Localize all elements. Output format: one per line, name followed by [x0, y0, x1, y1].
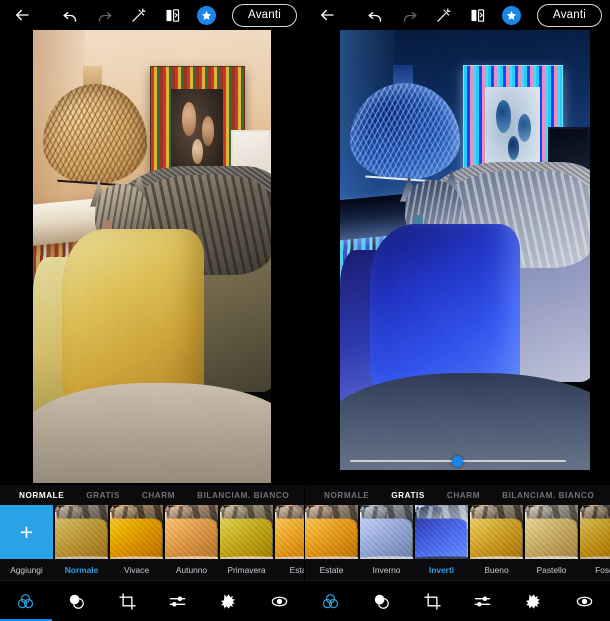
filter-label: Inverti: [428, 564, 455, 575]
back-button[interactable]: [0, 6, 44, 24]
filter-thumbnail-strip-right[interactable]: Estate Inverno Inverti Bueno Pastello Fo…: [305, 505, 610, 580]
filter-tab-gratis[interactable]: GRATIS: [75, 491, 131, 500]
filter-preview-thumbnail[interactable]: [415, 505, 468, 559]
next-button[interactable]: Avanti: [232, 3, 297, 27]
filter-label: Inverno: [372, 564, 401, 575]
bottom-nav-left: [0, 580, 305, 621]
nav-eye-icon[interactable]: [568, 587, 602, 615]
filter-item[interactable]: Estate: [305, 505, 358, 580]
back-button[interactable]: [305, 6, 349, 24]
filter-category-tabs-left: NORMALE GRATIS CHARM BILANCIAM. BIANCO B…: [0, 485, 305, 505]
bottom-nav-right: [305, 580, 610, 621]
magic-wand-icon[interactable]: [434, 6, 452, 24]
redo-icon[interactable]: [95, 6, 113, 24]
filter-label: Aggiungi: [10, 564, 43, 575]
undo-icon[interactable]: [61, 6, 79, 24]
filter-preview-thumbnail[interactable]: [305, 505, 358, 559]
nav-sliders-icon[interactable]: [466, 587, 500, 615]
filter-preview-thumbnail[interactable]: [165, 505, 218, 559]
filter-preview-thumbnail[interactable]: [360, 505, 413, 559]
filter-label: Bueno: [484, 564, 509, 575]
filter-tab-charm[interactable]: CHARM: [131, 491, 186, 500]
top-toolbar-right: Avanti: [305, 0, 610, 30]
filter-preview-thumbnail[interactable]: [110, 505, 163, 559]
nav-eye-icon[interactable]: [263, 587, 297, 615]
nav-crop-icon[interactable]: [110, 587, 144, 615]
nav-filters-icon[interactable]: [313, 587, 347, 615]
filter-item[interactable]: Inverno: [360, 505, 413, 580]
filter-label: Fosch: [595, 564, 610, 575]
filter-preview-thumbnail[interactable]: [470, 505, 523, 559]
filter-item[interactable]: Pastello: [525, 505, 578, 580]
filter-tab-normale[interactable]: NORMALE: [313, 491, 380, 500]
top-toolbar-left: Avanti: [0, 0, 305, 30]
filter-item[interactable]: Primavera: [220, 505, 273, 580]
favorite-star-button[interactable]: [197, 5, 217, 25]
filter-label: Estate: [289, 564, 305, 575]
right-screen: Avanti NORMALE GRATIS CHARM BILANCIAM. B…: [305, 0, 610, 621]
photo-stage-left: [0, 30, 305, 485]
toolbar-icon-group: [61, 5, 217, 25]
filter-label: Primavera: [227, 564, 266, 575]
photo-stage-right: [305, 30, 610, 485]
filter-preview-thumbnail[interactable]: [525, 505, 578, 559]
compare-split-icon[interactable]: [163, 6, 181, 24]
next-button[interactable]: Avanti: [537, 3, 602, 27]
filter-tab-bilanciamento-bianco[interactable]: BILANCIAM. BIANCO: [186, 491, 300, 500]
filter-label: Normale: [64, 564, 99, 575]
slider-thumb[interactable]: [452, 455, 463, 467]
filter-category-tabs-right: NORMALE GRATIS CHARM BILANCIAM. BIANCO B…: [305, 485, 610, 505]
filter-item[interactable]: Autunno: [165, 505, 218, 580]
nav-heal-icon[interactable]: [517, 587, 551, 615]
filter-tab-charm[interactable]: CHARM: [436, 491, 491, 500]
dual-screenshot-app: Avanti NORMALE GRATIS CHARM BILANCIAM. B…: [0, 0, 610, 621]
filter-item[interactable]: Bueno: [470, 505, 523, 580]
filter-tab-gratis[interactable]: GRATIS: [380, 491, 436, 500]
edited-photo-original[interactable]: [33, 30, 271, 483]
filter-label: Pastello: [536, 564, 567, 575]
toolbar-icon-group: [366, 5, 522, 25]
filter-item[interactable]: Fosch: [580, 505, 610, 580]
filter-preview-thumbnail[interactable]: [275, 505, 305, 559]
nav-contrast-icon[interactable]: [364, 587, 398, 615]
filter-preview-thumbnail[interactable]: [580, 505, 610, 559]
edited-photo-inverted[interactable]: [340, 30, 590, 470]
filter-label: Estate: [319, 564, 344, 575]
magic-wand-icon[interactable]: [129, 6, 147, 24]
filter-label: Vivace: [124, 564, 149, 575]
filter-item[interactable]: Estate: [275, 505, 305, 580]
nav-crop-icon[interactable]: [415, 587, 449, 615]
filter-tab-normale[interactable]: NORMALE: [8, 491, 75, 500]
filter-preview-thumbnail[interactable]: [55, 505, 108, 559]
compare-split-icon[interactable]: [468, 6, 486, 24]
filter-label: Autunno: [175, 564, 208, 575]
filter-tab-bianco-e-nero[interactable]: BIANCO E N: [605, 491, 610, 500]
nav-heal-icon[interactable]: [212, 587, 246, 615]
slider-track[interactable]: [349, 455, 566, 467]
nav-contrast-icon[interactable]: [59, 587, 93, 615]
panel-divider: [304, 0, 305, 621]
left-screen: Avanti NORMALE GRATIS CHARM BILANCIAM. B…: [0, 0, 305, 621]
favorite-star-button[interactable]: [502, 5, 522, 25]
filter-item[interactable]: Normale: [55, 505, 108, 580]
filter-item[interactable]: Inverti: [415, 505, 468, 580]
nav-sliders-icon[interactable]: [161, 587, 195, 615]
filter-intensity-slider[interactable]: [305, 449, 610, 473]
filter-preview-thumbnail[interactable]: [220, 505, 273, 559]
filter-item[interactable]: Vivace: [110, 505, 163, 580]
undo-icon[interactable]: [366, 6, 384, 24]
filter-item[interactable]: + Aggiungi: [0, 505, 53, 580]
filter-tab-bilanciamento-bianco[interactable]: BILANCIAM. BIANCO: [491, 491, 605, 500]
redo-icon[interactable]: [400, 6, 418, 24]
filter-thumbnail-strip-left[interactable]: + Aggiungi Normale Vivace Autunno Primav…: [0, 505, 305, 580]
add-filter-button[interactable]: +: [0, 505, 53, 559]
nav-filters-icon[interactable]: [8, 587, 42, 615]
